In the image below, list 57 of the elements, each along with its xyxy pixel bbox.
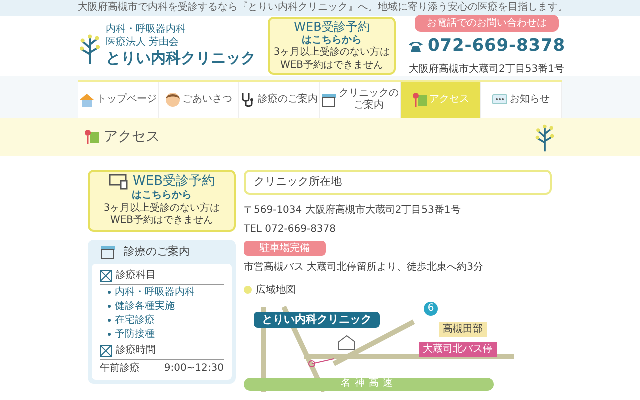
crossed-box-icon [100,344,112,357]
phone-icon [408,41,424,53]
clinic-building-icon [320,92,337,108]
booking-note: 3ヶ月以上受診のない方は [274,47,390,60]
logo-subtitle: 内科・呼吸器内科 [106,24,187,36]
tagline: 大阪府高槻市で内科を受診するなら『とりい内科クリニック』へ。地域に寄り添う安心の医療を目指します。 [78,3,568,13]
booking-title: WEB受診予約 [133,174,215,190]
address-text: 〒569-1034 大阪府高槻市大蔵司2丁目53番1号 [244,204,462,218]
web-booking-button[interactable]: WEB受診予約 はこちらから 3ヶ月以上受診のない方はWEB予約はできません [88,170,236,232]
stethoscope-icon [240,92,256,108]
parking-badge: 駐車場完備 [244,240,326,256]
contact-label: お電話でのお問い合わせは [414,15,559,32]
map-label: 高槻田部 [439,322,487,336]
logo-name: とりい内科クリニック [106,49,256,68]
section-heading: クリニック所在地 [244,170,552,194]
nav-tab[interactable]: トップページ [78,82,159,118]
nav-tab[interactable]: クリニックのご案内 [320,82,401,118]
logo-subtitle: 医療法人 芳由会 [106,36,180,50]
list-link[interactable]: 予防接種 [115,328,155,342]
booking-title: WEB受診予約 [294,20,370,35]
list-link[interactable]: 在宅診療 [115,314,155,328]
house-icon [78,92,95,108]
page-title: アクセス [104,128,160,146]
map-pin-icon [412,92,428,108]
list-link[interactable]: 健診各種実施 [115,300,175,314]
route-number: 6 [424,302,438,316]
bus-directions: 市営高槻バス 大蔵司北停留所より、徒歩北東へ約3分 [244,260,485,274]
bullet-icon [108,333,111,336]
bullet-icon [108,305,111,308]
list-link[interactable]: 内科・呼吸器内科 [115,286,195,300]
legend-label: 広域地図 [256,284,296,298]
panel-title: 診療のご案内 [124,244,190,260]
clinic-building-icon [100,244,116,260]
hours-label: 午前診療 [100,362,140,376]
clinic-map-label: とりい内科クリニック [254,312,380,328]
map-pin-icon [84,129,100,145]
highway-road: 名神高速 [244,378,494,390]
phone-number: 072-669-8378 [428,35,566,58]
bullet-icon [108,319,111,322]
booking-link: はこちらから [132,190,192,202]
nav-tab[interactable]: 診療のご案内 [239,82,320,118]
person-icon [164,92,180,108]
bus-stop-label: 大蔵司北バス停 [419,342,497,356]
section-heading: 診療時間 [116,344,156,358]
booking-note: 3ヶ月以上受診のない方はWEB予約はできません [102,202,222,228]
section-heading: 診療科目 [116,268,156,284]
booking-link: はこちらから [302,34,362,46]
booking-note: WEB予約はできません [280,60,384,72]
devices-icon [109,174,129,190]
contact-address: 大阪府高槻市大蔵司2丁目53番1号 [409,62,564,77]
nav-tab[interactable]: ごあいさつ [158,82,240,118]
bullet-icon [108,291,111,294]
hours-time: 9:00~12:30 [164,362,224,376]
tree-icon [534,122,556,152]
web-booking-button[interactable]: WEB受診予約 はこちらから 3ヶ月以上受診のない方は WEB予約はできません [268,16,396,76]
phone-text: TEL 072-669-8378 [244,222,338,236]
crossed-box-icon [100,270,112,282]
